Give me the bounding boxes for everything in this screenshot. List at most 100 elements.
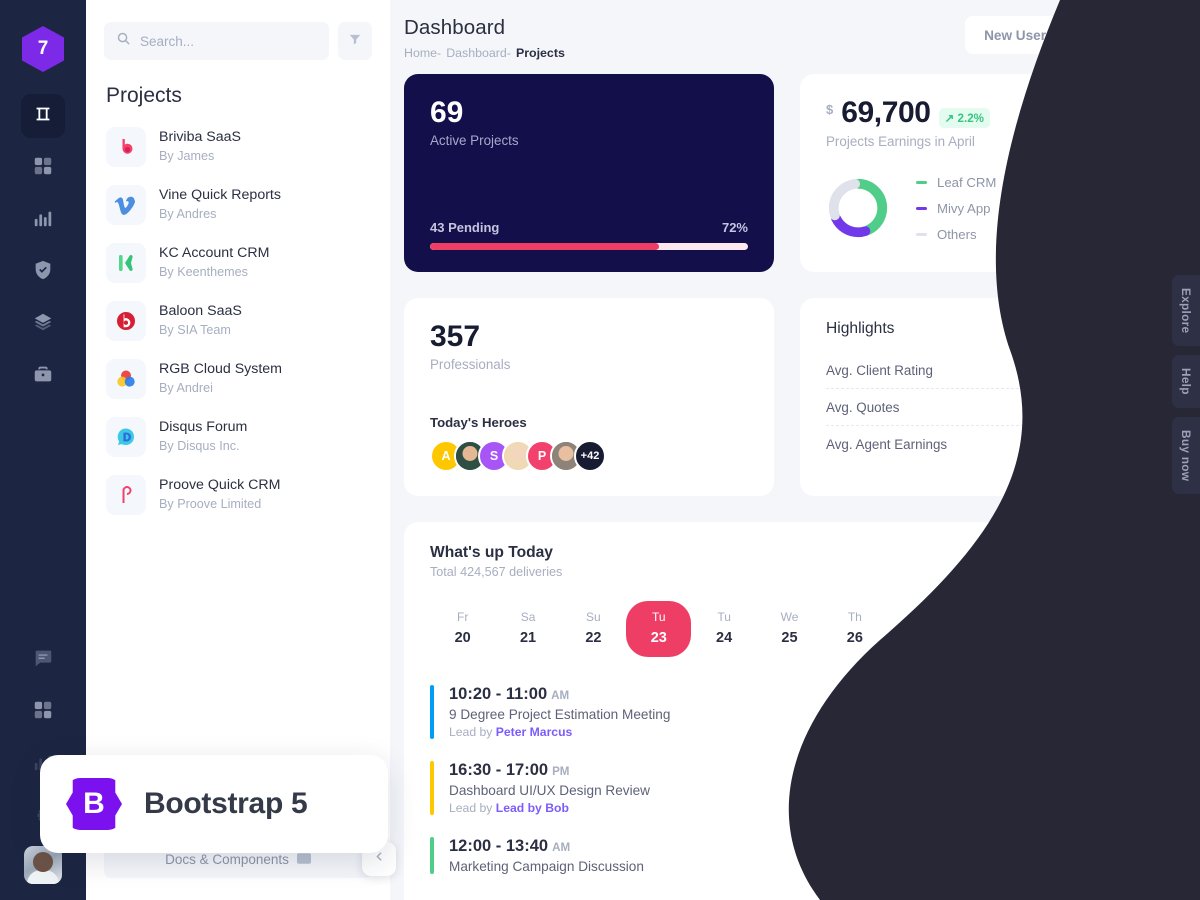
list-item[interactable]: RGB Cloud System By Andrei — [106, 350, 370, 408]
day-weekday: Mo — [1107, 610, 1125, 624]
search-box[interactable] — [104, 22, 329, 60]
event-details: 16:30 - 17:00 PM Dashboard UI/UX Design R… — [449, 761, 650, 815]
project-author: By Disqus Inc. — [159, 439, 240, 454]
whats-up-title: What's up Today — [430, 544, 553, 561]
highlight-value-group: ↗ $2,309 — [1089, 437, 1149, 453]
professionals-label: Professionals — [430, 357, 511, 372]
list-item[interactable]: Disqus Forum By Disqus Inc. — [106, 408, 370, 466]
earnings-amount-row: $ 69,700 ↗ 2.2% — [826, 96, 1149, 130]
event-lead-name[interactable]: Lead by Bob — [496, 801, 569, 815]
day-number: 24 — [716, 630, 733, 646]
bootstrap-badge: B Bootstrap 5 — [40, 755, 388, 853]
view-button[interactable]: View — [1086, 696, 1149, 728]
highlight-value: 730 — [1126, 399, 1149, 415]
side-tab-buy-now[interactable]: Buy now — [1172, 417, 1200, 495]
rail-item-security[interactable] — [21, 250, 65, 294]
pending-label: 43 Pending — [430, 220, 500, 235]
highlight-row: Avg. Client Rating ↗ 7.8/10 — [826, 352, 1149, 389]
project-name: Vine Quick Reports — [159, 187, 281, 204]
event-lead-name[interactable]: Peter Marcus — [496, 725, 573, 739]
page-title: Dashboard — [404, 16, 506, 39]
grid-icon — [32, 155, 54, 182]
bar-chart-icon — [32, 207, 54, 234]
day-weekday: Su — [1043, 610, 1059, 624]
heroes-avatar-group: A S P +42 — [430, 440, 748, 472]
side-tab-explore[interactable]: Explore — [1172, 275, 1200, 347]
event-time: 16:30 - 17:00 — [449, 761, 549, 779]
event-lead: Lead by Peter Marcus — [449, 725, 573, 739]
whats-up-subtitle: Total 424,567 deliveries — [430, 565, 563, 579]
legend-value: $2,820 — [1108, 200, 1149, 216]
rail-item-layers[interactable] — [21, 302, 65, 346]
layers-icon — [32, 311, 54, 338]
avatar-initial[interactable]: +42 — [574, 440, 606, 472]
day-cell[interactable]: Th 26 — [822, 601, 887, 657]
events-list: 10:20 - 11:00 AM 9 Degree Project Estimat… — [430, 675, 1149, 886]
briefcase-icon — [32, 363, 54, 390]
currency-symbol: $ — [826, 102, 834, 117]
percent-label: 72% — [721, 220, 748, 235]
day-cell[interactable]: We 25 — [757, 601, 822, 657]
filter-button[interactable] — [338, 22, 372, 60]
day-number: 23 — [650, 630, 667, 646]
event-details: 10:20 - 11:00 AM 9 Degree Project Estimat… — [449, 685, 670, 739]
rail-item-analytics[interactable] — [21, 198, 65, 242]
day-cell[interactable]: Mo 30 — [1084, 601, 1149, 657]
event-row: 12:00 - 13:40 AM Marketing Campaign Discu… — [430, 827, 1149, 886]
grid-column-right: $ 69,700 ↗ 2.2% Projects Earnings in Apr… — [800, 74, 1175, 496]
whats-up-wrapper: What's up Today Total 424,567 deliveries… — [390, 522, 1200, 900]
app-logo[interactable]: 7 — [22, 26, 64, 72]
highlight-value-group: ↙ 730 — [1107, 399, 1149, 415]
search-input[interactable] — [140, 33, 317, 49]
report-center-button[interactable]: Report Cecnter — [1026, 544, 1149, 578]
project-name: RGB Cloud System — [159, 361, 282, 378]
new-user-button[interactable]: New User — [965, 16, 1066, 54]
legend-color-swatch — [916, 206, 927, 210]
list-item[interactable]: Briviba SaaS By James — [106, 118, 370, 176]
day-cell[interactable]: Su 22 — [561, 601, 626, 657]
list-item[interactable]: Vine Quick Reports By Andres — [106, 176, 370, 234]
filter-icon — [348, 32, 362, 51]
legend-value: $7,660 — [1108, 174, 1149, 190]
event-row: 16:30 - 17:00 PM Dashboard UI/UX Design R… — [430, 751, 1149, 827]
breadcrumb-home[interactable]: Home- — [404, 46, 441, 60]
day-cell[interactable]: Sa 28 — [953, 601, 1018, 657]
day-cell[interactable]: Fri 27 — [888, 601, 953, 657]
shield-check-icon — [32, 259, 54, 286]
day-cell[interactable]: Tu 23 — [626, 601, 692, 657]
list-item[interactable]: KC Account CRM By Keenthemes — [106, 234, 370, 292]
rail-item-chat[interactable] — [21, 638, 65, 682]
rail-item-briefcase[interactable] — [21, 354, 65, 398]
keyboard-icon — [296, 852, 311, 867]
professionals-count: 357 — [430, 320, 481, 353]
view-button[interactable]: View — [1086, 839, 1149, 872]
breadcrumb-dashboard[interactable]: Dashboard- — [446, 46, 511, 60]
highlights-card: Highlights Avg. Client Rating ↗ 7.8/10 A… — [800, 298, 1175, 496]
project-name: Briviba SaaS — [159, 129, 242, 146]
rail-item-apps[interactable] — [21, 146, 65, 190]
event-ampm: AM — [551, 689, 570, 702]
rail-item-dashboard[interactable] — [21, 94, 65, 138]
legend-label: Leaf CRM — [937, 174, 997, 190]
day-cell[interactable]: Su 29 — [1018, 601, 1083, 657]
side-tab-help[interactable]: Help — [1172, 355, 1200, 409]
breadcrumb: Home- Dashboard- Projects — [404, 46, 565, 60]
bootstrap-logo-icon: B — [66, 778, 122, 830]
day-cell[interactable]: Sa 21 — [495, 601, 560, 657]
earnings-card: $ 69,700 ↗ 2.2% Projects Earnings in Apr… — [800, 74, 1175, 272]
list-item[interactable]: Proove Quick CRM By Proove Limited — [106, 466, 370, 524]
list-item[interactable]: Baloon SaaS By SIA Team — [106, 292, 370, 350]
search-icon — [116, 31, 131, 51]
new-goal-button[interactable]: New Goal — [1075, 16, 1175, 54]
earnings-change-badge: ↗ 2.2% — [938, 108, 990, 128]
rail-item-widgets[interactable] — [21, 690, 65, 734]
legend-color-swatch — [916, 180, 927, 184]
day-cell[interactable]: Tu 24 — [691, 601, 756, 657]
breadcrumb-projects: Projects — [515, 46, 565, 60]
view-button[interactable]: View — [1086, 772, 1149, 804]
event-color-bar — [430, 761, 434, 815]
day-cell[interactable]: Fr 20 — [430, 601, 495, 657]
app-root: 7 Search... Projects Briviba SaaS By Jam… — [0, 0, 1200, 900]
chat-icon — [32, 647, 54, 674]
day-number: 21 — [519, 630, 537, 646]
